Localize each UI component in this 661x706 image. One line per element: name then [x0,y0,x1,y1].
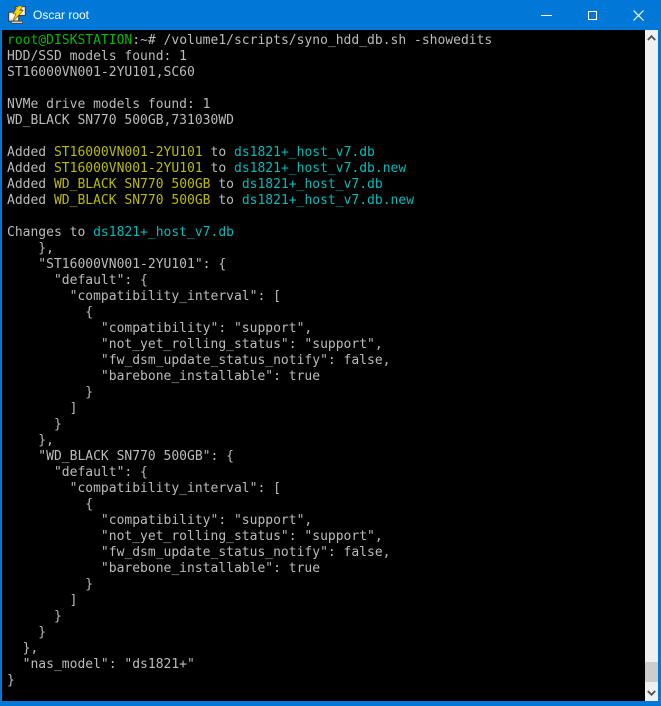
putty-window: Oscar root root@DISKSTATION:~# /volume1/… [0,0,661,706]
terminal-line: } [7,385,645,401]
terminal-line: "barebone_installable": true [7,369,645,385]
terminal-line: "WD_BLACK SN770 500GB": { [7,449,645,465]
terminal-line: Added ST16000VN001-2YU101 to ds1821+_hos… [7,161,645,177]
scroll-down-icon [647,690,656,696]
terminal-scrollbar[interactable] [645,30,658,701]
terminal-output: root@DISKSTATION:~# /volume1/scripts/syn… [7,33,645,701]
close-icon [633,10,644,21]
terminal-line: } [7,417,645,433]
terminal-line: ] [7,593,645,609]
terminal-line: ] [7,401,645,417]
terminal-line [7,129,645,145]
terminal-line: "ST16000VN001-2YU101": { [7,257,645,273]
terminal-line: "fw_dsm_update_status_notify": false, [7,353,645,369]
terminal-line: "default": { [7,465,645,481]
minimize-icon [541,15,552,16]
terminal-line: } [7,625,645,641]
terminal-line: "compatibility_interval": [ [7,289,645,305]
terminal-line: { [7,305,645,321]
terminal-line: } [7,577,645,593]
terminal-line: root@DISKSTATION:~# /volume1/scripts/syn… [7,33,645,49]
terminal-line: WD_BLACK SN770 500GB,731030WD [7,113,645,129]
close-button[interactable] [615,0,661,30]
terminal-line: }, [7,433,645,449]
terminal-line: "barebone_installable": true [7,561,645,577]
terminal-line: "not_yet_rolling_status": "support", [7,529,645,545]
terminal-line: Changes to ds1821+_host_v7.db [7,225,645,241]
terminal-line: "default": { [7,273,645,289]
terminal-line: "compatibility": "support", [7,513,645,529]
terminal-line: ST16000VN001-2YU101,SC60 [7,65,645,81]
terminal-line: NVMe drive models found: 1 [7,97,645,113]
maximize-button[interactable] [569,0,615,30]
terminal-line: { [7,497,645,513]
maximize-icon [588,11,597,20]
title-bar[interactable]: Oscar root [0,0,661,30]
minimize-button[interactable] [523,0,569,30]
scroll-up-button[interactable] [645,30,658,46]
terminal-line: Added WD_BLACK SN770 500GB to ds1821+_ho… [7,177,645,193]
terminal-line: Added WD_BLACK SN770 500GB to ds1821+_ho… [7,193,645,209]
terminal-line: "compatibility_interval": [ [7,481,645,497]
terminal-line: "fw_dsm_update_status_notify": false, [7,545,645,561]
scrollbar-thumb[interactable] [645,662,658,682]
terminal-line: "nas_model": "ds1821+" [7,657,645,673]
terminal-line [7,689,645,701]
terminal-line: "not_yet_rolling_status": "support", [7,337,645,353]
putty-app-icon [8,6,26,24]
terminal-screen[interactable]: root@DISKSTATION:~# /volume1/scripts/syn… [2,30,645,701]
terminal-line: }, [7,641,645,657]
terminal-line: Added ST16000VN001-2YU101 to ds1821+_hos… [7,145,645,161]
terminal-line: "compatibility": "support", [7,321,645,337]
terminal-line: }, [7,241,645,257]
terminal-line: } [7,673,645,689]
terminal-line: HDD/SSD models found: 1 [7,49,645,65]
terminal-line: } [7,609,645,625]
window-title: Oscar root [33,8,523,22]
scroll-up-icon [647,35,656,41]
terminal-line [7,81,645,97]
scroll-down-button[interactable] [645,685,658,701]
terminal-line [7,209,645,225]
